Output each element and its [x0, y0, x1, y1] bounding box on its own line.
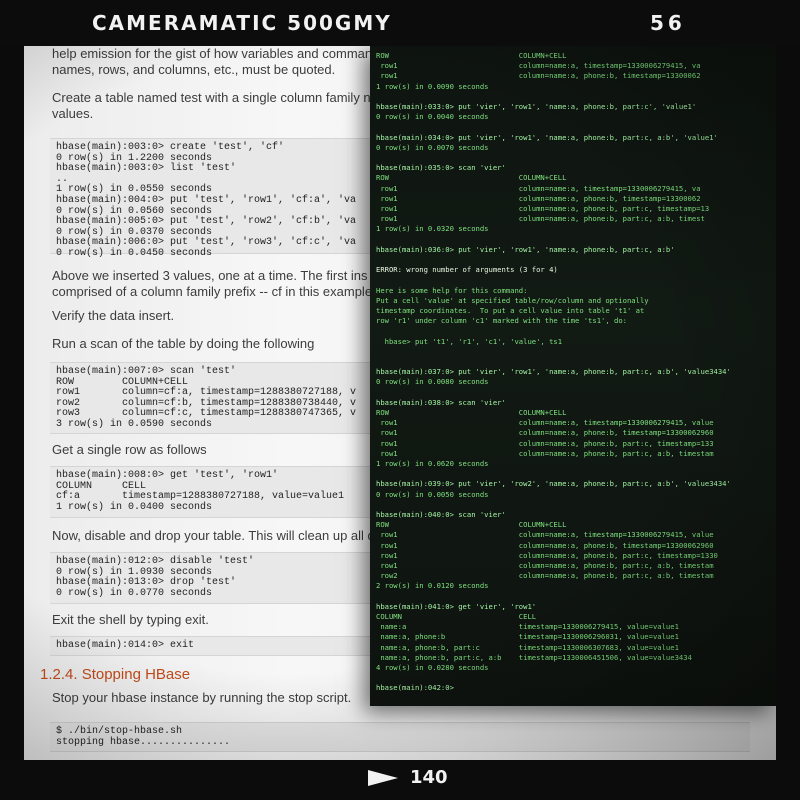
terminal-window: ROW COLUMN+CELL row1 column=name:a, time…	[370, 46, 776, 706]
terminal-line: row1 column=name:a, timestamp=1330006279…	[376, 61, 701, 71]
terminal-line: name:a timestamp=1330006279415, value=va…	[376, 622, 679, 632]
terminal-line: 1 row(s) in 0.0620 seconds	[376, 459, 489, 468]
doc-above-line-2: comprised of a column family prefix -- c…	[52, 284, 373, 299]
terminal-line: hbase(main):042:0>	[376, 683, 454, 693]
terminal-line: ROW COLUMN+CELL	[376, 173, 567, 183]
terminal-line: hbase(main):040:0> scan 'vier'	[376, 510, 506, 519]
terminal-line: name:a, phone:b, part:c timestamp=133000…	[376, 642, 679, 652]
doc-create-line-2: values.	[52, 106, 94, 121]
film-brand-label: CAMERAMATIC 500GMY	[92, 11, 392, 35]
terminal-line: hbase(main):041:0> get 'vier', 'row1'	[376, 601, 537, 611]
terminal-line: name:a, phone:b, part:c, a:b timestamp=1…	[376, 652, 692, 662]
doc-intro-line-1: help emission for the gist of how variab…	[52, 46, 380, 61]
terminal-line: hbase(main):035:0> scan 'vier'	[376, 163, 506, 173]
terminal-line: 1 row(s) in 0.0090 seconds	[376, 81, 489, 91]
terminal-line: row1 column=name:a, phone:b, part:c, a:b…	[376, 561, 714, 570]
doc-intro-line-2: names, rows, and columns, etc., must be …	[52, 62, 336, 77]
film-frame-counter: 140	[410, 767, 448, 788]
terminal-line: row1 column=name:a, timestamp=1330006279…	[376, 183, 701, 193]
terminal-line: row1 column=name:a, phone:b, timestamp=1…	[376, 71, 701, 81]
terminal-line: ERROR: wrong number of arguments (3 for …	[376, 265, 558, 275]
film-frame-number: 56	[650, 11, 686, 35]
photo: help emission for the gist of how variab…	[24, 46, 776, 760]
terminal-line: row1 column=name:a, phone:b, timestamp=1…	[376, 193, 701, 203]
doc-create-line-1: Create a table named test with a single …	[52, 90, 371, 105]
terminal-line: 1 row(s) in 0.0320 seconds	[376, 224, 489, 234]
terminal-line: COLUMN CELL	[376, 612, 537, 621]
film-frame-top: CAMERAMATIC 500GMY 56	[0, 0, 800, 46]
terminal-line: 0 row(s) in 0.0040 seconds	[376, 112, 489, 122]
doc-exit-line: Exit the shell by typing exit.	[52, 612, 209, 627]
terminal-line: ROW COLUMN+CELL	[376, 51, 567, 60]
terminal-line: hbase(main):033:0> put 'vier', 'row1', '…	[376, 102, 697, 111]
terminal-line: 4 row(s) in 0.0280 seconds	[376, 663, 489, 672]
film-frame-bottom: 140	[0, 760, 800, 800]
code-block-stop: $ ./bin/stop-hbase.sh stopping hbase....…	[50, 722, 750, 752]
doc-disable-line: Now, disable and drop your table. This w…	[52, 528, 383, 543]
section-heading: 1.2.4. Stopping HBase	[40, 666, 191, 683]
terminal-line: hbase(main):034:0> put 'vier', 'row1', '…	[376, 132, 718, 142]
terminal-line: hbase(main):039:0> put 'vier', 'row2', '…	[376, 479, 731, 489]
terminal-line: row1 column=name:a, phone:b, timestamp=1…	[376, 540, 714, 550]
terminal-line: 0 row(s) in 0.0080 seconds	[376, 377, 489, 387]
doc-stop-line: Stop your hbase instance by running the …	[52, 690, 352, 705]
terminal-line: 0 row(s) in 0.0050 seconds	[376, 489, 489, 499]
terminal-line: row1 column=name:a, timestamp=1330006279…	[376, 418, 714, 428]
terminal-line: row1 column=name:a, phone:b, part:c, a:b…	[376, 448, 714, 458]
terminal-line: 2 row(s) in 0.0120 seconds	[376, 581, 489, 591]
terminal-line: Here is some help for this command:	[376, 285, 528, 295]
terminal-line: row1 column=name:a, phone:b, timestamp=1…	[376, 428, 714, 438]
terminal-line: hbase(main):037:0> put 'vier', 'row1', '…	[376, 367, 731, 377]
terminal-line: hbase(main):036:0> put 'vier', 'row1', '…	[376, 244, 675, 254]
terminal-line: name:a, phone:b timestamp=1330006296031,…	[376, 632, 679, 642]
terminal-line: ROW COLUMN+CELL	[376, 408, 567, 417]
terminal-line: 0 row(s) in 0.0070 seconds	[376, 142, 489, 152]
terminal-line: hbase(main):038:0> scan 'vier'	[376, 397, 506, 407]
film-arrow-icon	[368, 770, 398, 786]
terminal-line: row1 column=name:a, timestamp=1330006279…	[376, 530, 714, 540]
terminal-line: row1 column=name:a, phone:b, part:c, tim…	[376, 550, 718, 560]
doc-above-line-1: Above we inserted 3 values, one at a tim…	[52, 268, 368, 283]
terminal-line: row2 column=name:a, phone:b, part:c, a:b…	[376, 571, 714, 581]
terminal-line: Put a cell 'value' at specified table/ro…	[376, 295, 649, 305]
doc-verify-line: Verify the data insert.	[52, 308, 175, 323]
terminal-line: row1 column=name:a, phone:b, part:c, tim…	[376, 438, 714, 448]
terminal-line: ROW COLUMN+CELL	[376, 520, 567, 530]
doc-get-row-line: Get a single row as follows	[52, 442, 207, 457]
terminal-line: timestamp coordinates. To put a cell val…	[376, 306, 645, 315]
terminal-line: row1 column=name:a, phone:b, part:c, a:b…	[376, 214, 705, 224]
doc-run-scan-line: Run a scan of the table by doing the fol…	[52, 336, 315, 351]
terminal-line: row 'r1' under column 'c1' marked with t…	[376, 316, 627, 326]
terminal-line: hbase> put 't1', 'r1', 'c1', 'value', ts…	[376, 336, 563, 346]
terminal-line: row1 column=name:a, phone:b, part:c, tim…	[376, 204, 710, 213]
